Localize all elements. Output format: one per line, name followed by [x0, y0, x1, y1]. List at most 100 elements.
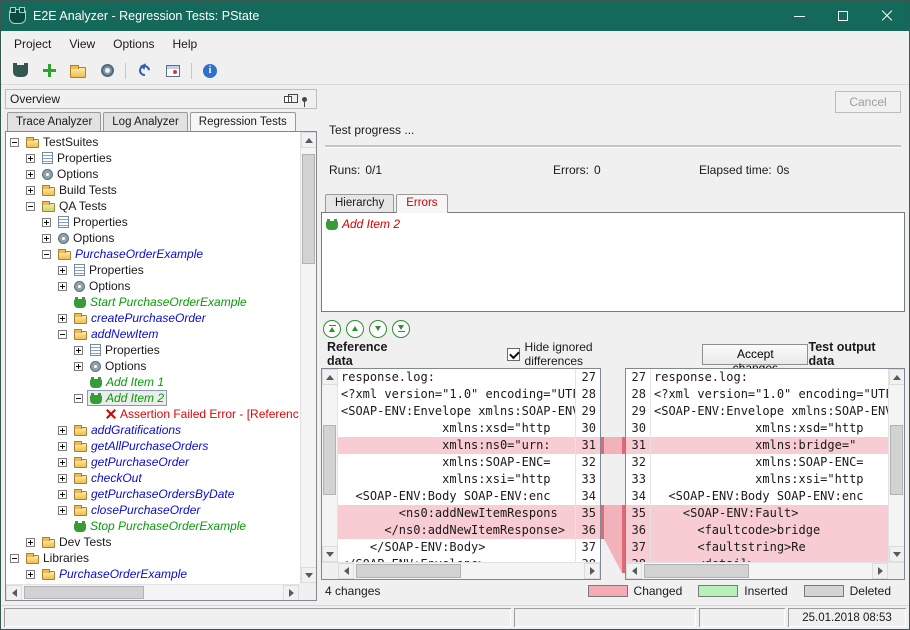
scroll-left-button[interactable] — [6, 585, 22, 601]
float-panel-button[interactable] — [280, 92, 296, 106]
expander-plus-icon[interactable] — [58, 458, 67, 467]
settings-button[interactable] — [96, 60, 118, 82]
previous-change-button[interactable] — [346, 320, 364, 338]
expander-plus-icon[interactable] — [58, 426, 67, 435]
diff-line[interactable]: 34 <SOAP-ENV:Body SOAP-ENV:enc — [626, 488, 888, 505]
diff-line[interactable]: </SOAP-ENV:Body>37 — [338, 539, 600, 556]
pin-panel-button[interactable] — [296, 92, 312, 106]
menu-project[interactable]: Project — [5, 33, 60, 55]
diff-line[interactable]: response.log:27 — [338, 369, 600, 386]
tree-item[interactable]: Options — [8, 278, 299, 294]
menu-options[interactable]: Options — [104, 33, 163, 55]
tree-item[interactable]: Properties — [8, 342, 299, 358]
expander-minus-icon[interactable] — [10, 138, 19, 147]
diff-line[interactable]: xmlns:SOAP-ENC=32 — [338, 454, 600, 471]
expander-plus-icon[interactable] — [26, 186, 35, 195]
tree-item[interactable]: Options — [8, 230, 299, 246]
reference-vertical-scrollbar[interactable] — [322, 369, 338, 562]
diff-line[interactable]: 37 <faultstring>Re — [626, 539, 888, 556]
expander-plus-icon[interactable] — [26, 170, 35, 179]
diff-line[interactable]: 29<SOAP-ENV:Envelope xmlns:SOAP-ENV= — [626, 403, 888, 420]
diff-line[interactable]: 33 xmlns:xsi="http — [626, 471, 888, 488]
expander-minus-icon[interactable] — [74, 394, 83, 403]
scrollbar-thumb[interactable] — [356, 564, 461, 578]
scrollbar-thumb[interactable] — [24, 586, 144, 599]
expander-plus-icon[interactable] — [58, 442, 67, 451]
tree-item[interactable]: Build Tests — [8, 182, 299, 198]
tree-horizontal-scrollbar[interactable] — [6, 584, 299, 600]
diff-line[interactable]: xmlns:ns0="urn:31 — [338, 437, 600, 454]
expander-plus-icon[interactable] — [26, 538, 35, 547]
tree-item[interactable]: getPurchaseOrdersByDate — [8, 486, 299, 502]
scrollbar-thumb[interactable] — [644, 564, 749, 578]
undo-button[interactable] — [133, 60, 155, 82]
tree-item[interactable]: Stop PurchaseOrderExample — [8, 518, 299, 534]
expander-plus-icon[interactable] — [26, 154, 35, 163]
scrollbar-thumb[interactable] — [890, 425, 903, 495]
tree-item[interactable]: Start PurchaseOrderExample — [8, 294, 299, 310]
expander-plus-icon[interactable] — [58, 474, 67, 483]
tree-item[interactable]: Dev Tests — [8, 534, 299, 550]
tab-regression-tests[interactable]: Regression Tests — [190, 112, 296, 132]
scrollbar-thumb[interactable] — [323, 425, 336, 495]
scroll-right-button[interactable] — [283, 585, 299, 601]
scroll-left-button[interactable] — [338, 563, 354, 579]
tab-errors[interactable]: Errors — [396, 194, 447, 213]
output-vertical-scrollbar[interactable] — [888, 369, 904, 562]
expander-plus-icon[interactable] — [42, 218, 51, 227]
diff-line[interactable]: 30 xmlns:xsd="http — [626, 420, 888, 437]
tree-item[interactable]: PurchaseOrderExample — [8, 246, 299, 262]
expander-plus-icon[interactable] — [74, 346, 83, 355]
tree-item[interactable]: PurchaseOrderExample — [8, 566, 299, 582]
diff-line[interactable]: 27response.log: — [626, 369, 888, 386]
expander-plus-icon[interactable] — [58, 282, 67, 291]
expander-plus-icon[interactable] — [58, 314, 67, 323]
tree-item[interactable]: addGratifications — [8, 422, 299, 438]
scroll-down-button[interactable] — [301, 567, 317, 583]
tree-item[interactable]: QA Tests — [8, 198, 299, 214]
expander-plus-icon[interactable] — [74, 362, 83, 371]
scroll-down-button[interactable] — [322, 546, 338, 562]
diff-line[interactable]: xmlns:xsi="http33 — [338, 471, 600, 488]
scroll-right-button[interactable] — [584, 563, 600, 579]
tree-item[interactable]: createPurchaseOrder — [8, 310, 299, 326]
cancel-button[interactable]: Cancel — [835, 91, 901, 113]
analyzer-logo-button[interactable] — [9, 60, 31, 82]
diff-line[interactable]: <SOAP-ENV:Envelope xmlns:SOAP-ENV=29 — [338, 403, 600, 420]
expander-plus-icon[interactable] — [58, 490, 67, 499]
tab-hierarchy[interactable]: Hierarchy — [325, 194, 394, 212]
scroll-up-button[interactable] — [889, 369, 905, 385]
last-change-button[interactable] — [392, 320, 410, 338]
report-button[interactable] — [162, 60, 184, 82]
expander-minus-icon[interactable] — [42, 250, 51, 259]
first-change-button[interactable] — [323, 320, 341, 338]
open-button[interactable] — [67, 60, 89, 82]
tree-item[interactable]: Properties — [8, 150, 299, 166]
hide-ignored-checkbox[interactable] — [507, 348, 519, 361]
expander-minus-icon[interactable] — [26, 202, 35, 211]
tree-item[interactable]: Libraries — [8, 550, 299, 566]
info-button[interactable]: i — [199, 60, 221, 82]
reference-horizontal-scrollbar[interactable] — [338, 563, 600, 579]
minimize-button[interactable] — [777, 1, 821, 31]
tree-item[interactable]: Options — [8, 358, 299, 374]
menu-view[interactable]: View — [60, 33, 104, 55]
tree-item[interactable]: addNewItem — [8, 326, 299, 342]
tree-item[interactable]: Assertion Failed Error - [Reference — [8, 406, 299, 422]
diff-line[interactable]: 35 <SOAP-ENV:Fault> — [626, 505, 888, 522]
expander-plus-icon[interactable] — [26, 570, 35, 579]
accept-changes-button[interactable]: Accept changes — [702, 344, 808, 365]
diff-line[interactable]: <?xml version="1.0" encoding="UTF-28 — [338, 386, 600, 403]
diff-line[interactable]: <ns0:addNewItemRespons35 — [338, 505, 600, 522]
scroll-up-button[interactable] — [322, 369, 338, 385]
expander-minus-icon[interactable] — [58, 330, 67, 339]
close-button[interactable] — [865, 1, 909, 31]
scrollbar-thumb[interactable] — [302, 154, 315, 264]
menu-help[interactable]: Help — [164, 33, 207, 55]
scroll-up-button[interactable] — [301, 132, 317, 148]
tab-log-analyzer[interactable]: Log Analyzer — [103, 112, 188, 131]
scroll-left-button[interactable] — [626, 563, 642, 579]
expander-minus-icon[interactable] — [10, 554, 19, 563]
tree-item[interactable]: closePurchaseOrder — [8, 502, 299, 518]
diff-line[interactable]: 31 xmlns:bridge=" — [626, 437, 888, 454]
